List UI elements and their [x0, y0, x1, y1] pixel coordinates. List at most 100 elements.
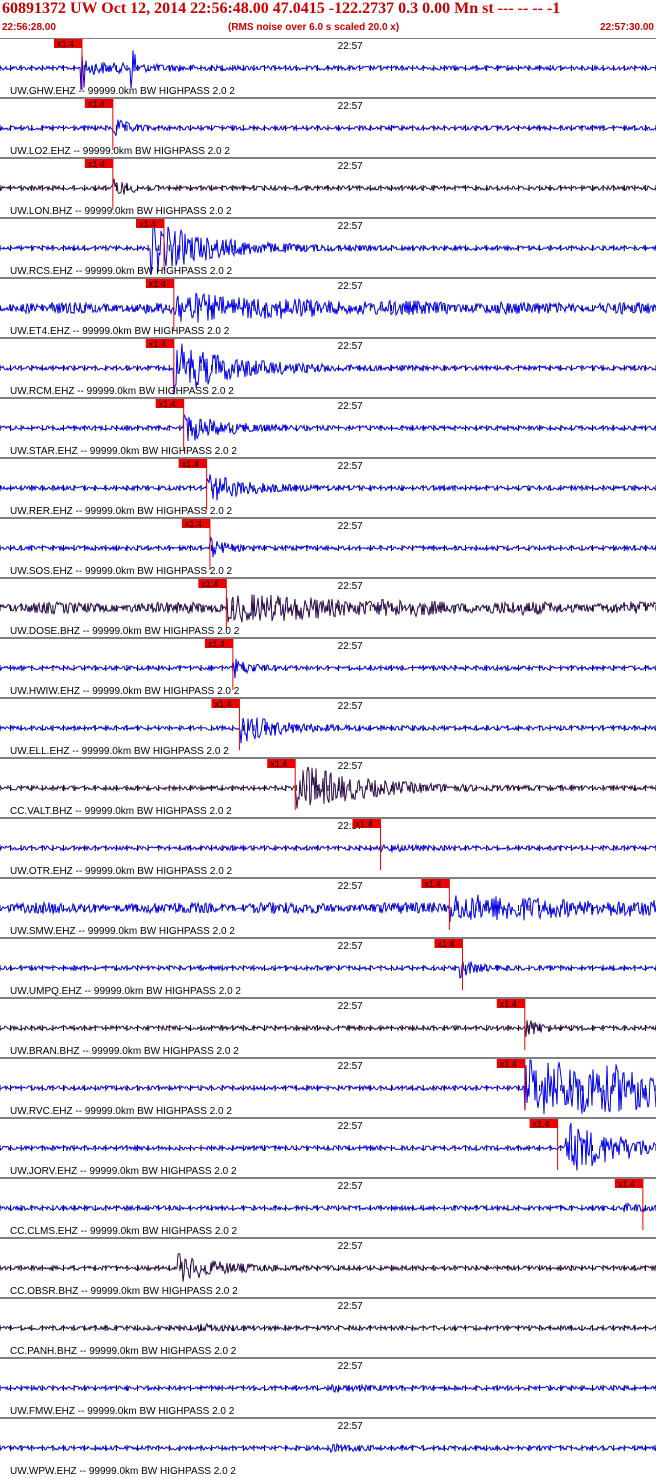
pick-label: x1.4: [88, 159, 105, 169]
pick-label: x1.4: [139, 219, 156, 229]
channel-label: UW.RCM.EHZ -- 99999.0km BW HIGHPASS 2.0 …: [10, 386, 234, 397]
channel-label: UW.RVC.EHZ -- 99999.0km BW HIGHPASS 2.0 …: [10, 1106, 232, 1117]
time-tick-label: 22:57: [338, 1421, 363, 1432]
pick-label: x1.4: [355, 819, 372, 829]
pick-label: x1.4: [185, 519, 202, 529]
channel-label: UW.RER.EHZ -- 99999.0km BW HIGHPASS 2.0 …: [10, 506, 233, 517]
pick-label: x1.4: [201, 579, 218, 589]
end-time: 22:57:30.00: [600, 22, 654, 33]
time-tick-label: 22:57: [338, 1241, 363, 1252]
time-tick-label: 22:57: [338, 881, 363, 892]
trace-row: 22:57 x1.4 UW.LO2.EHZ -- 99999.0km BW HIGH…: [0, 97, 656, 157]
header: 60891372 UW Oct 12, 2014 22:56:48.00 47.…: [0, 0, 656, 38]
time-tick-label: 22:57: [338, 341, 363, 352]
time-tick-label: 22:57: [338, 941, 363, 952]
trace-row: 22:57 x1.4 UW.SOS.EHZ -- 99999.0km BW HIGH…: [0, 517, 656, 577]
trace-row: 22:57 x1.4 UW.ELL.EHZ -- 99999.0km BW HIGH…: [0, 697, 656, 757]
pick-label: x1.4: [618, 1179, 635, 1189]
trace-row: 22:57 x1.4 UW.RCS.EHZ -- 99999.0km BW HIGH…: [0, 217, 656, 277]
waveform: [0, 1020, 656, 1037]
waveform: [0, 292, 656, 323]
channel-label: UW.JORV.EHZ -- 99999.0km BW HIGHPASS 2.0…: [10, 1166, 237, 1177]
trace-row: 22:57 x1.4 UW.ET4.EHZ -- 99999.0km BW HIGH…: [0, 277, 656, 337]
channel-label: UW.OTR.EHZ -- 99999.0km BW HIGHPASS 2.0 …: [10, 866, 233, 877]
trace-row: 22:57 x1.4 UW.JORV.EHZ -- 99999.0km BW HIG…: [0, 1117, 656, 1177]
channel-label: UW.HWIW.EHZ -- 99999.0km BW HIGHPASS 2.0…: [10, 686, 240, 697]
pick-label: x1.4: [159, 399, 176, 409]
time-tick-label: 22:57: [338, 701, 363, 712]
time-tick-label: 22:57: [338, 1061, 363, 1072]
time-tick-label: 22:57: [338, 281, 363, 292]
waveform: [0, 1252, 656, 1282]
trace-row: 22:57 x1.4 UW.LON.BHZ -- 99999.0km BW HIGH…: [0, 157, 656, 217]
channel-label: CC.PANH.BHZ -- 99999.0km BW HIGHPASS 2.0…: [10, 1346, 237, 1357]
time-tick-label: 22:57: [338, 641, 363, 652]
channel-label: CC.OBSR.BHZ -- 99999.0km BW HIGHPASS 2.0…: [10, 1286, 238, 1297]
waveform: [0, 50, 656, 90]
start-time: 22:56:28.00: [2, 22, 56, 33]
channel-label: UW.WPW.EHZ -- 99999.0km BW HIGHPASS 2.0 …: [10, 1466, 236, 1477]
trace-row: 22:57 x1.4 UW.STAR.EHZ -- 99999.0km BW HIG…: [0, 397, 656, 457]
pick-label: x1.4: [437, 939, 454, 949]
channel-label: UW.ELL.EHZ -- 99999.0km BW HIGHPASS 2.0 …: [10, 746, 229, 757]
time-tick-label: 22:57: [338, 41, 363, 52]
time-tick-label: 22:57: [338, 161, 363, 172]
time-tick-label: 22:57: [338, 521, 363, 532]
pick-label: x1.4: [182, 459, 199, 469]
channel-label: UW.SOS.EHZ -- 99999.0km BW HIGHPASS 2.0 …: [10, 566, 233, 577]
pick-label: x1.4: [149, 339, 166, 349]
trace-row: 22:57x1.4UW.OTR.EHZ -- 99999.0km BW HIGH…: [0, 817, 656, 877]
channel-label: UW.LON.BHZ -- 99999.0km BW HIGHPASS 2.0 …: [10, 206, 232, 217]
time-tick-label: 22:57: [338, 221, 363, 232]
time-tick-label: 22:57: [338, 1361, 363, 1372]
pick-label: x1.4: [149, 279, 166, 289]
time-tick-label: 22:57: [338, 401, 363, 412]
channel-label: UW.ET4.EHZ -- 99999.0km BW HIGHPASS 2.0 …: [10, 326, 230, 337]
channel-label: UW.SMW.EHZ -- 99999.0km BW HIGHPASS 2.0 …: [10, 926, 235, 937]
pick-label: x1.4: [500, 1059, 517, 1069]
trace-row: 22:57 x1.4 CC.CLMS.EHZ -- 99999.0km BW HIG…: [0, 1177, 656, 1237]
trace-row: 22:57 x1.4 CC.VALT.BHZ -- 99999.0km BW HIG…: [0, 757, 656, 817]
trace-row: 22:57 x1.4 UW.RER.EHZ -- 99999.0km BW HIGH…: [0, 457, 656, 517]
time-tick-label: 22:57: [338, 1301, 363, 1312]
waveform: [0, 717, 656, 744]
trace-row: 22:57 CC.OBSR.BHZ -- 99999.0km BW HIGHPAS…: [0, 1237, 656, 1297]
trace-row: 22:57 x1.4 UW.BRAN.BHZ -- 99999.0km BW HIG…: [0, 997, 656, 1057]
time-tick-label: 22:57: [338, 101, 363, 112]
time-tick-label: 22:57: [338, 1001, 363, 1012]
channel-label: UW.BRAN.BHZ -- 99999.0km BW HIGHPASS 2.0…: [10, 1046, 239, 1057]
channel-label: UW.STAR.EHZ -- 99999.0km BW HIGHPASS 2.0…: [10, 446, 237, 457]
pick-label: x1.4: [424, 879, 441, 889]
time-tick-label: 22:57: [338, 461, 363, 472]
trace-row: 22:57 x1.4 UW.RVC.EHZ -- 99999.0km BW HIGH…: [0, 1057, 656, 1117]
time-tick-label: 22:57: [338, 1181, 363, 1192]
channel-label: UW.DOSE.BHZ -- 99999.0km BW HIGHPASS 2.0…: [10, 626, 240, 637]
trace-row: 22:57 x1.4 UW.RCM.EHZ -- 99999.0km BW HIGH…: [0, 337, 656, 397]
trace-row: 22:57 UW.WPW.EHZ -- 99999.0km BW HIGHPASS…: [0, 1417, 656, 1477]
noise-subtitle: (RMS noise over 6.0 s scaled 20.0 x): [228, 22, 400, 33]
trace-row: 22:57 x1.4 UW.GHW.EHZ -- 99999.0km BW HIGH…: [0, 38, 656, 97]
waveform: [0, 119, 656, 136]
channel-label: UW.RCS.EHZ -- 99999.0km BW HIGHPASS 2.0 …: [10, 266, 233, 277]
trace-row: 22:57 x1.4 UW.DOSE.BHZ -- 99999.0km BW HIG…: [0, 577, 656, 637]
trace-row: 22:57 x1.4 UW.HWIW.EHZ -- 99999.0km BW HIG…: [0, 637, 656, 697]
trace-row: 22:57 x1.4 UW.SMW.EHZ -- 99999.0km BW HIGH…: [0, 877, 656, 937]
pick-label: x1.4: [208, 639, 225, 649]
pick-label: x1.4: [270, 759, 287, 769]
time-tick-label: 22:57: [338, 581, 363, 592]
channel-label: UW.UMPQ.EHZ -- 99999.0km BW HIGHPASS 2.0…: [10, 986, 241, 997]
pick-label: x1.4: [214, 699, 231, 709]
event-title: 60891372 UW Oct 12, 2014 22:56:48.00 47.…: [2, 0, 561, 17]
channel-label: UW.LO2.EHZ -- 99999.0km BW HIGHPASS 2.0 …: [10, 146, 230, 157]
channel-label: UW.FMW.EHZ -- 99999.0km BW HIGHPASS 2.0 …: [10, 1406, 235, 1417]
trace-row: 22:57 x1.4 UW.UMPQ.EHZ -- 99999.0km BW HIG…: [0, 937, 656, 997]
time-tick-label: 22:57: [338, 1121, 363, 1132]
pick-label: x1.4: [57, 39, 74, 49]
channel-label: CC.VALT.BHZ -- 99999.0km BW HIGHPASS 2.0…: [10, 806, 232, 817]
waveform: [0, 894, 656, 922]
seismogram-panel: 22:57 x1.4 UW.GHW.EHZ -- 99999.0km BW HIGH…: [0, 38, 656, 1477]
trace-row: 22:57 CC.PANH.BHZ -- 99999.0km BW HIGHPAS…: [0, 1297, 656, 1357]
time-tick-label: 22:57: [338, 761, 363, 772]
trace-row: 22:57 UW.FMW.EHZ -- 99999.0km BW HIGHPASS…: [0, 1357, 656, 1417]
pick-label: x1.4: [88, 99, 105, 109]
